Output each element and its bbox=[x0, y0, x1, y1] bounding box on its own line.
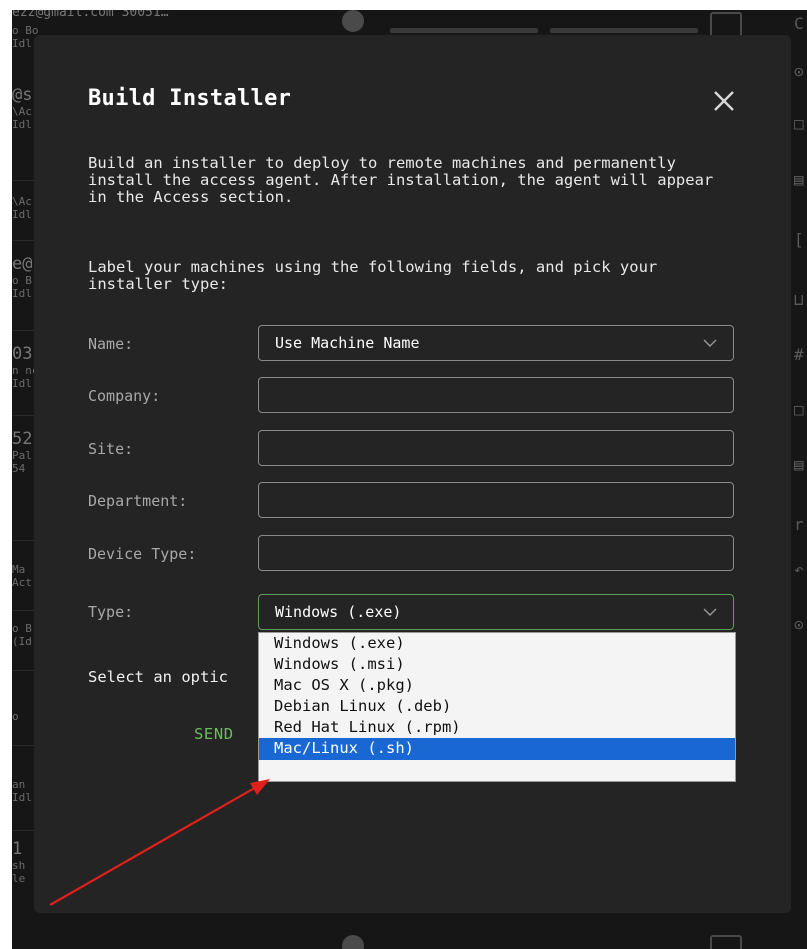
annotation-arrow-icon bbox=[49, 779, 270, 906]
